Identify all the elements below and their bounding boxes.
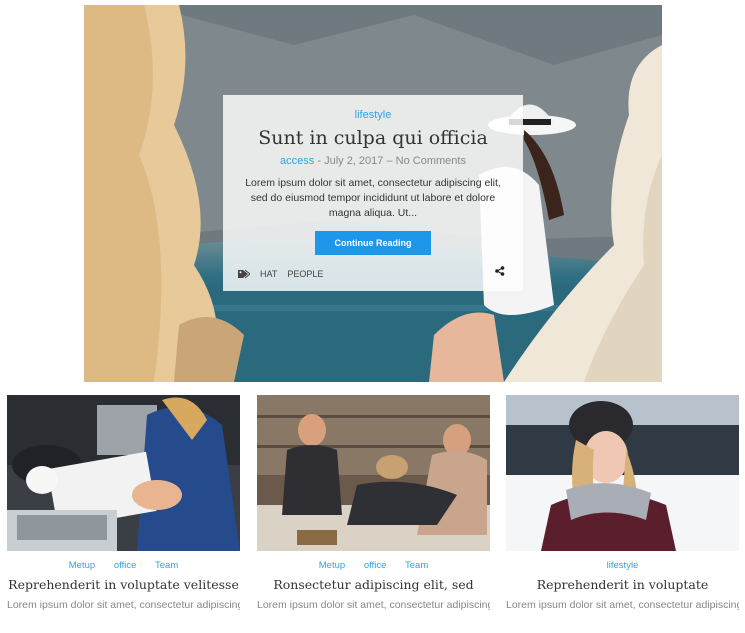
featured-category[interactable]: lifestyle (223, 109, 523, 121)
category-link[interactable]: office (364, 560, 387, 571)
meta-separator: - (317, 155, 322, 167)
category-link[interactable]: office (114, 560, 137, 571)
featured-excerpt: Lorem ipsum dolor sit amet, consectetur … (245, 177, 501, 219)
post-card: Metup office Team Reprehenderit in volup… (7, 395, 240, 613)
post-title[interactable]: Reprehenderit in voluptate (506, 577, 739, 592)
featured-post: lifestyle Sunt in culpa qui officia acce… (84, 5, 662, 382)
category-link[interactable]: Metup (69, 560, 95, 571)
tag-hat[interactable]: HAT (260, 269, 277, 279)
post-card: Metup office Team Ronsectetur adipiscing… (257, 395, 490, 613)
category-link[interactable]: Team (405, 560, 428, 571)
featured-date: July 2, 2017 (324, 155, 384, 167)
tag-people[interactable]: PEOPLE (287, 269, 323, 279)
post-excerpt: Lorem ipsum dolor sit amet, consectetur … (506, 599, 739, 611)
category-link[interactable]: Team (155, 560, 178, 571)
featured-author[interactable]: access (280, 155, 314, 167)
tag-icon (238, 269, 250, 279)
post-categories: Metup office Team (257, 560, 490, 571)
category-link[interactable]: Metup (319, 560, 345, 571)
featured-tags: HAT PEOPLE (238, 269, 323, 279)
post-categories: Metup office Team (7, 560, 240, 571)
category-link[interactable]: lifestyle (607, 560, 639, 571)
post-excerpt: Lorem ipsum dolor sit amet, consectetur … (257, 599, 490, 611)
post-title[interactable]: Ronsectetur adipiscing elit, sed (257, 577, 490, 592)
post-card: lifestyle Reprehenderit in voluptate Lor… (506, 395, 739, 613)
featured-title[interactable]: Sunt in culpa qui officia (223, 127, 523, 149)
featured-card: lifestyle Sunt in culpa qui officia acce… (223, 95, 523, 291)
post-categories: lifestyle (506, 560, 739, 571)
continue-reading-button[interactable]: Continue Reading (315, 231, 431, 255)
featured-comments[interactable]: No Comments (396, 155, 466, 167)
post-title[interactable]: Reprehenderit in voluptate velitesse (7, 577, 240, 592)
post-thumbnail[interactable] (257, 395, 490, 551)
share-icon[interactable] (495, 266, 505, 279)
post-thumbnail[interactable] (506, 395, 739, 551)
post-thumbnail[interactable] (7, 395, 240, 551)
post-excerpt: Lorem ipsum dolor sit amet, consectetur … (7, 599, 240, 611)
featured-meta: access - July 2, 2017 – No Comments (223, 155, 523, 167)
meta-dash: – (386, 155, 393, 167)
